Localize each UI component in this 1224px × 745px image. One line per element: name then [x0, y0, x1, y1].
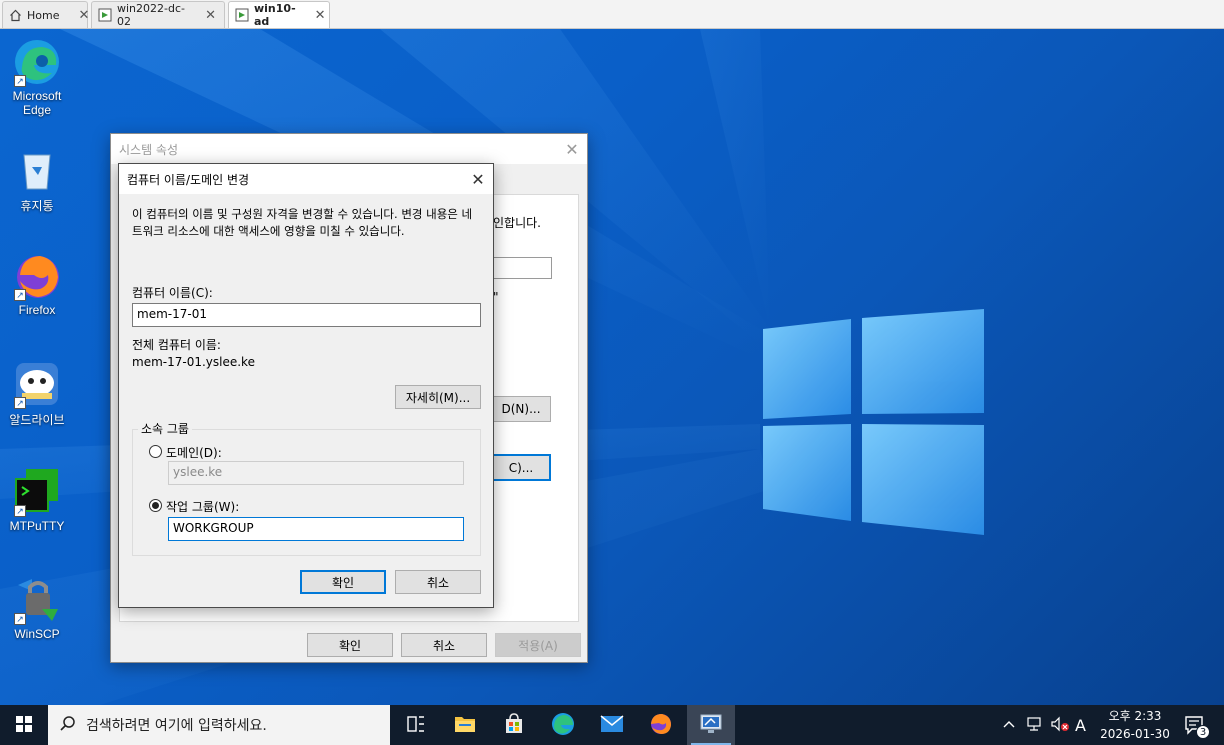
home-icon [9, 9, 22, 22]
ok-button[interactable]: 확인 [300, 570, 386, 594]
vm-tab-win2022-dc-02[interactable]: win2022-dc-02 ✕ [91, 1, 225, 28]
more-button[interactable]: 자세히(M)... [395, 385, 481, 409]
firefox-icon [649, 712, 673, 739]
task-view-button[interactable] [392, 705, 440, 745]
desktop-icon-label: Firefox [18, 303, 56, 317]
firefox-icon: ↗ [12, 251, 62, 301]
file-explorer-button[interactable] [441, 705, 489, 745]
store-button[interactable] [490, 705, 538, 745]
terminal-icon: ↗ [12, 467, 62, 517]
cancel-button[interactable]: 취소 [401, 633, 487, 657]
shortcut-arrow-icon: ↗ [14, 75, 26, 87]
dialog-description: 이 컴퓨터의 이름 및 구성원 자격을 변경할 수 있습니다. 변경 내용은 네… [132, 207, 473, 238]
shortcut-arrow-icon: ↗ [14, 505, 26, 517]
workgroup-input[interactable]: WORKGROUP [168, 517, 464, 541]
vm-icon [98, 8, 112, 22]
search-placeholder: 검색하려면 여기에 입력하세요. [86, 718, 267, 734]
edge-icon [551, 712, 575, 739]
taskbar-search-box[interactable]: 검색하려면 여기에 입력하세요. [48, 705, 390, 745]
computer-name-label: 컴퓨터 이름(C): [132, 286, 213, 300]
vm-tab-label: win10-ad [254, 2, 296, 28]
desktop-icon-winscp[interactable]: ↗ WinSCP [0, 575, 74, 641]
desktop-icon-label: WinSCP [14, 627, 60, 641]
vm-tab-win10-ad[interactable]: win10-ad ✕ [228, 1, 330, 28]
window-title: 시스템 속성 [119, 142, 179, 157]
task-view-icon [406, 715, 426, 736]
notification-icon: 3 [1184, 715, 1210, 739]
desktop-icon-label: 휴지통 [20, 199, 54, 213]
cancel-button[interactable]: 취소 [395, 570, 481, 594]
mail-icon [600, 714, 624, 736]
vm-tab-label: Home [27, 8, 60, 22]
network-id-button[interactable]: D(N)... [491, 396, 551, 422]
file-explorer-icon [454, 714, 476, 737]
winscp-icon: ↗ [12, 575, 62, 625]
clock-date: 2026-01-30 [1100, 727, 1170, 741]
computer-name-input[interactable]: mem-17-01 [132, 303, 481, 327]
windows-logo [763, 309, 984, 535]
recycle-bin-icon [12, 145, 62, 195]
desktop-icon-recycle-bin[interactable]: 휴지통 [0, 145, 74, 214]
edge-icon: ↗ [12, 37, 62, 87]
domain-radio[interactable] [149, 445, 162, 458]
start-button[interactable] [0, 705, 48, 745]
ok-button[interactable]: 확인 [307, 633, 393, 657]
member-of-label: 소속 그룹 [138, 420, 192, 437]
vm-tab-home[interactable]: Home ✕ [2, 1, 89, 28]
full-name-label: 전체 컴퓨터 이름: [132, 338, 221, 352]
desktop-icon-mtputty[interactable]: ↗ MTPuTTY [0, 467, 74, 533]
domain-label: 도메인(D): [166, 446, 222, 460]
vm-tab-bar: Home ✕ win2022-dc-02 ✕ win10-ad ✕ [0, 0, 1224, 29]
shortcut-arrow-icon: ↗ [14, 289, 26, 301]
clock-time: 오후 2:33 [1108, 709, 1162, 723]
partial-description-field [491, 257, 552, 279]
tray-overflow-button[interactable] [1002, 705, 1016, 745]
volume-muted-icon [1050, 716, 1070, 735]
close-icon[interactable]: ✕ [557, 140, 587, 159]
desktop-icon-aldrive[interactable]: ↗ 알드라이브 [0, 359, 74, 428]
close-icon[interactable]: ✕ [315, 8, 326, 23]
partial-description: 인합니다. [493, 216, 541, 230]
close-icon[interactable]: ✕ [78, 8, 89, 23]
network-tray-button[interactable] [1026, 705, 1044, 745]
dialog-title: 컴퓨터 이름/도메인 변경 [127, 172, 250, 187]
shortcut-arrow-icon: ↗ [14, 613, 26, 625]
ime-indicator[interactable]: A [1075, 705, 1086, 745]
vm-icon [235, 8, 249, 22]
close-icon[interactable]: ✕ [463, 170, 493, 189]
desktop-icon-label: MTPuTTY [9, 519, 65, 533]
notification-center-button[interactable]: 3 [1184, 705, 1210, 745]
notification-count-badge: 3 [1196, 725, 1210, 739]
computer-name-dialog: 컴퓨터 이름/도메인 변경 ✕ 이 컴퓨터의 이름 및 구성원 자격을 변경할 … [118, 163, 494, 608]
mail-button[interactable] [588, 705, 636, 745]
windows-start-icon [16, 715, 32, 735]
search-icon [60, 715, 76, 735]
store-icon [503, 712, 525, 738]
remote-desktop-taskbar-button[interactable] [687, 705, 735, 745]
firefox-taskbar-button[interactable] [637, 705, 685, 745]
desktop-icon-edge[interactable]: ↗ Microsoft Edge [0, 37, 74, 117]
remote-desktop-icon [699, 713, 723, 738]
desktop-icon-firefox[interactable]: ↗ Firefox [0, 251, 74, 317]
desktop-icon-label: Microsoft Edge [12, 89, 62, 117]
shortcut-arrow-icon: ↗ [14, 397, 26, 409]
apply-button[interactable]: 적용(A) [495, 633, 581, 657]
taskbar: 검색하려면 여기에 입력하세요. A 오후 2:33 2026-01-30 3 [0, 705, 1224, 745]
close-icon[interactable]: ✕ [205, 8, 216, 23]
full-name-value: mem-17-01.yslee.ke [132, 355, 255, 369]
desktop-icon-label: 알드라이브 [9, 413, 65, 427]
aldrive-icon: ↗ [12, 359, 62, 409]
clock[interactable]: 오후 2:33 2026-01-30 [1098, 705, 1172, 745]
workgroup-radio[interactable] [149, 499, 162, 512]
domain-input[interactable]: yslee.ke [168, 461, 464, 485]
change-button[interactable]: C)... [491, 454, 551, 481]
volume-tray-button[interactable] [1050, 705, 1070, 745]
network-icon [1026, 716, 1044, 735]
vm-tab-label: win2022-dc-02 [117, 2, 185, 28]
chevron-up-icon [1002, 718, 1016, 732]
edge-taskbar-button[interactable] [539, 705, 587, 745]
workgroup-label: 작업 그룹(W): [166, 500, 240, 514]
